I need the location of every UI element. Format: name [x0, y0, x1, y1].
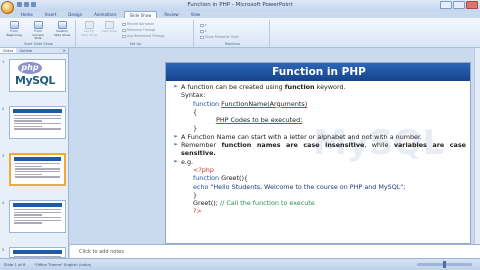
tab-animations[interactable]: Animations — [89, 11, 121, 18]
code-line: echo "Hello Students, Welcome to the cou… — [193, 182, 406, 191]
close-button[interactable] — [466, 1, 478, 9]
tab-slides[interactable]: Slides — [0, 48, 17, 53]
tab-review[interactable]: Review — [159, 11, 183, 18]
slide-thumbnail[interactable] — [9, 106, 66, 139]
ribbon-tabs: Home Insert Design Animations Slide Show… — [16, 11, 205, 18]
language-indicator[interactable]: English (India) — [64, 262, 91, 267]
minimize-button[interactable] — [440, 1, 452, 9]
current-slide[interactable]: MySQL Function in PHP ➢ A function can be… — [165, 62, 471, 244]
slide-editing-area: MySQL Function in PHP ➢ A function can be… — [70, 48, 480, 244]
record-narration-option[interactable]: Record Narration — [122, 22, 154, 26]
office-button[interactable] — [1, 1, 14, 14]
code-line: Greet(); // Call the function to execute — [193, 199, 315, 208]
slide-number: 4 — [2, 201, 5, 205]
slide-thumbnail[interactable] — [9, 247, 66, 258]
setup-icon — [84, 21, 94, 29]
pane-tabs: Slides Outline × — [0, 48, 68, 54]
tab-home[interactable]: Home — [16, 11, 38, 18]
example-label: ➢ e.g. — [173, 157, 194, 166]
syntax-line: function FunctionName(Arguments) — [193, 99, 308, 108]
set-up-slide-show-button[interactable]: Set Up Slide Show — [80, 21, 98, 37]
status-bar: Slide 1 of 6 "Office Theme" English (Ind… — [0, 258, 480, 270]
notes-pane[interactable]: Click to add notes — [70, 244, 480, 259]
resolution-dropdown[interactable]: ▾ — [200, 23, 207, 27]
tab-view[interactable]: View — [186, 11, 206, 18]
hide-slide-button[interactable]: Hide Slide — [100, 21, 118, 34]
use-rehearsed-timings-option[interactable]: Use Rehearsed Timings — [122, 34, 164, 38]
syntax-body: PHP Codes to be executed; — [216, 116, 303, 125]
from-current-slide-button[interactable]: From Current Slide — [29, 21, 47, 41]
bullet-line: ➢ A Function Name can start with a letter… — [173, 132, 423, 141]
slides-pane: Slides Outline × 1 php MySQL 2 3 4 5 — [0, 48, 69, 258]
syntax-brace: { — [193, 107, 198, 116]
group-set-up: Set Up Slide Show Hide Slide Record Narr… — [78, 20, 194, 47]
syntax-brace: } — [193, 124, 198, 133]
slide-thumbnail[interactable] — [9, 200, 66, 233]
slide-thumbnail[interactable]: php MySQL — [9, 59, 66, 92]
group-monitors: ▾ ▾ Show Presenter View Monitors — [196, 20, 270, 47]
arrow-bullet-icon: ➢ — [173, 132, 179, 140]
code-line: } — [193, 190, 198, 199]
slideshow-icon — [33, 21, 43, 29]
rehearse-timings-option[interactable]: Rehearse Timings — [122, 28, 155, 32]
slide-number: 5 — [2, 248, 5, 252]
theme-name: "Office Theme" — [34, 262, 63, 267]
syntax-label: Syntax: — [181, 91, 206, 100]
slide-number: 1 — [2, 60, 5, 64]
tab-design[interactable]: Design — [63, 11, 87, 18]
group-start-slide-show: From Beginning From Current Slide Custom… — [2, 20, 76, 47]
window-controls — [440, 1, 478, 9]
show-on-dropdown[interactable]: ▾ — [200, 29, 207, 33]
tab-outline[interactable]: Outline — [16, 48, 35, 53]
slide-counter: Slide 1 of 6 — [4, 262, 26, 267]
tab-slide-show[interactable]: Slide Show — [123, 11, 158, 18]
notes-placeholder[interactable]: Click to add notes — [79, 249, 124, 255]
presenter-view-option[interactable]: Show Presenter View — [200, 35, 238, 39]
slide-thumbnail-selected[interactable] — [9, 153, 66, 186]
hide-slide-icon — [104, 21, 114, 29]
php-mysql-logo: php MySQL — [13, 61, 63, 90]
slide-number: 2 — [2, 107, 5, 111]
arrow-bullet-icon: ➢ — [173, 83, 179, 90]
code-line: <?php — [193, 165, 214, 174]
bullet-line: ➢ A function can be created using functio… — [173, 83, 346, 91]
group-label: Monitors — [224, 42, 241, 46]
bullet-line: ➢ Remember function names are case insens… — [173, 141, 466, 158]
code-line: ?> — [193, 207, 202, 216]
tab-insert[interactable]: Insert — [40, 11, 61, 18]
arrow-bullet-icon: ➢ — [173, 157, 179, 165]
slideshow-icon — [9, 21, 19, 29]
close-pane-icon[interactable]: × — [63, 48, 68, 53]
maximize-button[interactable] — [453, 1, 465, 9]
group-label: Start Slide Show — [24, 42, 53, 46]
from-beginning-button[interactable]: From Beginning — [5, 21, 23, 37]
title-bar: Function in PHP - Microsoft PowerPoint — [0, 0, 480, 14]
arrow-bullet-icon: ➢ — [173, 141, 179, 149]
window-title: Function in PHP - Microsoft PowerPoint — [187, 2, 293, 8]
custom-slide-show-button[interactable]: Custom Slide Show — [53, 21, 71, 37]
code-line: function Greet(){ — [193, 174, 249, 183]
group-label: Set Up — [129, 42, 142, 46]
slide-number: 3 — [2, 154, 5, 158]
zoom-slider[interactable] — [417, 261, 472, 268]
ribbon: From Beginning From Current Slide Custom… — [0, 18, 480, 48]
slide-body[interactable]: ➢ A function can be created using functio… — [172, 83, 466, 216]
zoom-slider-handle[interactable] — [443, 261, 446, 268]
vertical-scrollbar[interactable] — [474, 48, 480, 244]
slideshow-icon — [57, 21, 67, 29]
slide-title[interactable]: Function in PHP — [166, 63, 470, 81]
